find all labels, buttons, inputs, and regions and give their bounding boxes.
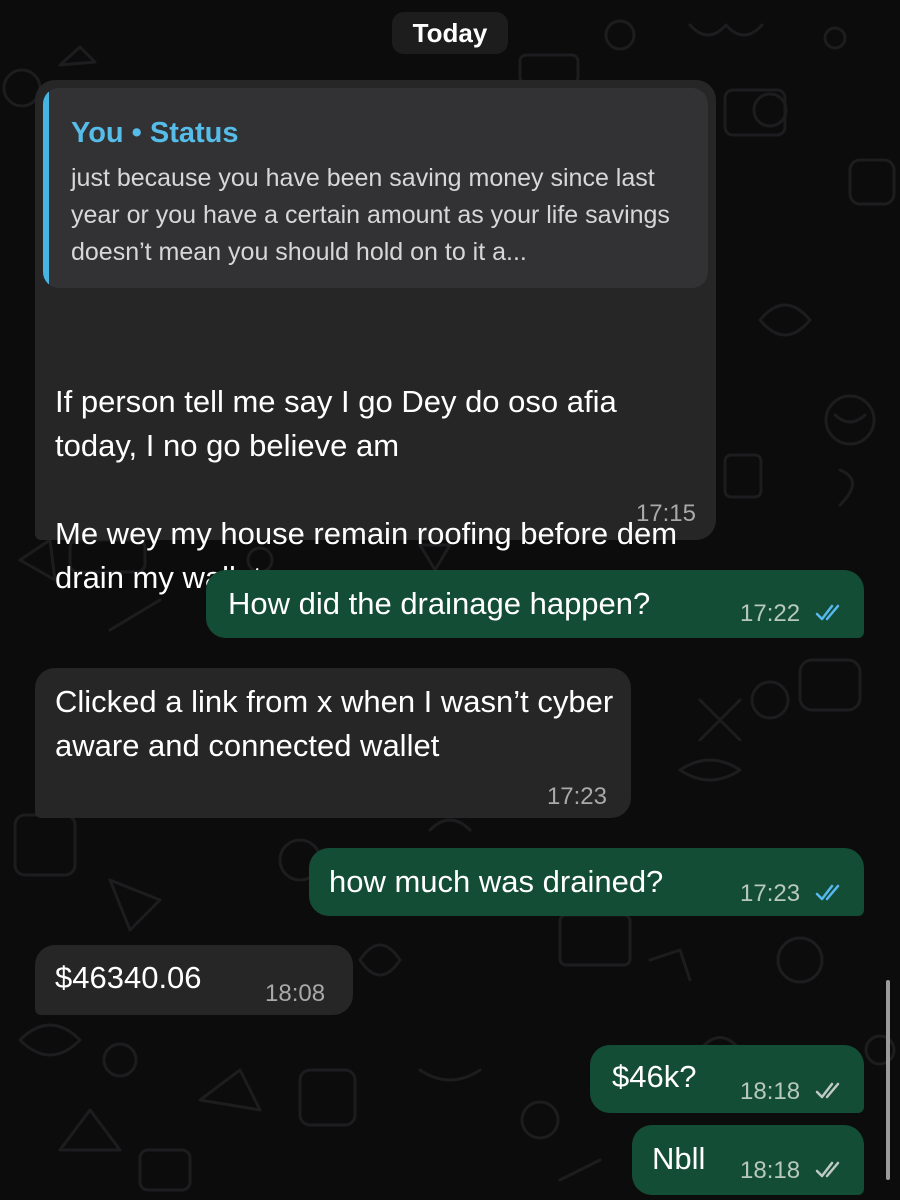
double-check-icon bbox=[815, 1082, 840, 1099]
outgoing-message[interactable]: Nbll 18:18 bbox=[632, 1125, 864, 1195]
outgoing-message[interactable]: How did the drainage happen? 17:22 bbox=[206, 570, 864, 638]
incoming-message[interactable]: You • Status just because you have been … bbox=[35, 80, 716, 595]
incoming-message[interactable]: $46340.06 18:08 bbox=[35, 945, 353, 1015]
quoted-status[interactable]: You • Status just because you have been … bbox=[43, 88, 708, 288]
message-text: Nbll bbox=[652, 1141, 706, 1176]
quote-accent-bar bbox=[43, 88, 49, 288]
double-check-icon bbox=[815, 1161, 840, 1178]
scrollbar[interactable] bbox=[886, 980, 890, 1180]
chat-view: Today You • Status just because you have… bbox=[0, 0, 900, 1200]
message-time: 17:23 bbox=[740, 880, 801, 907]
outgoing-message[interactable]: how much was drained? 17:23 bbox=[309, 848, 864, 916]
message-time: 18:18 bbox=[740, 1157, 801, 1184]
quote-text: just because you have been saving money … bbox=[71, 164, 670, 266]
message-time: 17:15 bbox=[635, 500, 696, 527]
message-text: If person tell me say I go Dey do oso af… bbox=[55, 384, 678, 595]
outgoing-message[interactable]: $46k? 18:18 bbox=[590, 1045, 864, 1113]
message-text: How did the drainage happen? bbox=[228, 586, 651, 621]
message-time: 18:08 bbox=[265, 980, 326, 1007]
message-text: $46k? bbox=[612, 1059, 697, 1094]
quote-author: You • Status bbox=[71, 117, 239, 149]
incoming-message[interactable]: Clicked a link from x when I wasn’t cybe… bbox=[35, 668, 631, 818]
message-time: 17:22 bbox=[740, 600, 801, 627]
message-time: 17:23 bbox=[546, 783, 607, 810]
date-separator: Today bbox=[392, 12, 508, 54]
message-time: 18:18 bbox=[740, 1078, 801, 1105]
double-check-icon bbox=[815, 604, 840, 621]
double-check-icon bbox=[815, 884, 840, 901]
message-text: how much was drained? bbox=[329, 864, 664, 899]
message-text: $46340.06 bbox=[55, 960, 202, 995]
message-text: Clicked a link from x when I wasn’t cybe… bbox=[55, 684, 622, 763]
